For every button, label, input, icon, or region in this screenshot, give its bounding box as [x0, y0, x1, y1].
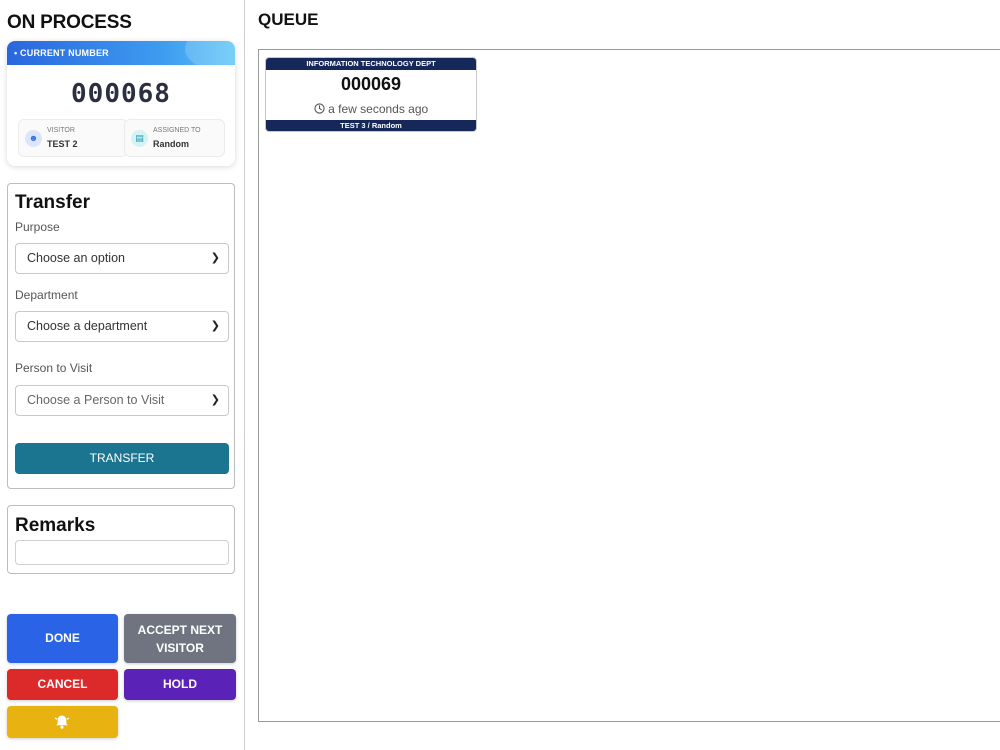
person-select[interactable]: Choose a Person to Visit ❯: [15, 385, 229, 416]
assigned-value: Random: [153, 139, 189, 149]
chevron-down-icon: ❯: [210, 320, 220, 332]
visitor-box: ☻ VISITOR TEST 2: [18, 119, 128, 157]
bell-icon: [54, 715, 70, 729]
queue-card-department: INFORMATION TECHNOLOGY DEPT: [266, 58, 476, 70]
hold-button[interactable]: HOLD: [124, 669, 236, 700]
current-number-header: • CURRENT NUMBER: [7, 41, 235, 65]
queue-card-number: 000069: [340, 74, 402, 94]
chevron-down-icon: ❯: [210, 394, 220, 406]
building-icon: ▤: [131, 130, 148, 147]
on-process-title: ON PROCESS: [7, 12, 132, 33]
queue-card-time: a few seconds ago: [328, 102, 429, 116]
accept-label-line2: VISITOR: [156, 641, 204, 655]
purpose-label: Purpose: [15, 220, 60, 234]
chevron-down-icon: ❯: [210, 252, 220, 264]
queue-card-time-row: a few seconds ago: [266, 102, 476, 116]
purpose-select-value: Choose an option: [27, 251, 125, 265]
queue-card-footer: TEST 3 / Random: [266, 120, 476, 131]
transfer-button[interactable]: TRANSFER: [15, 443, 229, 474]
purpose-select[interactable]: Choose an option ❯: [15, 243, 229, 274]
clock-icon: [314, 103, 325, 114]
user-icon: ☻: [25, 130, 42, 147]
notify-button[interactable]: [7, 706, 118, 738]
accept-next-visitor-button[interactable]: ACCEPT NEXT VISITOR: [124, 614, 236, 663]
visitor-label: VISITOR: [47, 127, 75, 134]
department-select[interactable]: Choose a department ❯: [15, 311, 229, 342]
current-number-card: • CURRENT NUMBER 000068 ☻ VISITOR TEST 2…: [7, 41, 235, 166]
person-label: Person to Visit: [15, 361, 93, 375]
queue-area: INFORMATION TECHNOLOGY DEPT 000069 a few…: [258, 49, 1000, 722]
done-button[interactable]: DONE: [7, 614, 118, 663]
remarks-title: Remarks: [15, 515, 96, 536]
assigned-label: ASSIGNED TO: [153, 127, 201, 134]
queue-title: QUEUE: [258, 10, 319, 29]
visitor-value: TEST 2: [47, 139, 78, 149]
remarks-panel: Remarks: [7, 505, 235, 574]
assigned-box: ▤ ASSIGNED TO Random: [124, 119, 225, 157]
transfer-panel: Transfer Purpose Choose an option ❯ Depa…: [7, 183, 235, 489]
accept-label-line1: ACCEPT NEXT: [137, 623, 223, 637]
header-decoration: [185, 41, 235, 65]
person-select-value: Choose a Person to Visit: [27, 393, 165, 407]
on-process-panel: ON PROCESS • CURRENT NUMBER 000068 ☻ VIS…: [0, 0, 245, 750]
queue-card[interactable]: INFORMATION TECHNOLOGY DEPT 000069 a few…: [265, 57, 477, 132]
department-select-value: Choose a department: [27, 319, 148, 333]
current-number: 000068: [71, 79, 171, 109]
department-label: Department: [15, 288, 78, 302]
transfer-title: Transfer: [15, 192, 90, 213]
current-number-label: • CURRENT NUMBER: [14, 48, 109, 58]
remarks-input[interactable]: [15, 540, 229, 565]
cancel-button[interactable]: CANCEL: [7, 669, 118, 700]
